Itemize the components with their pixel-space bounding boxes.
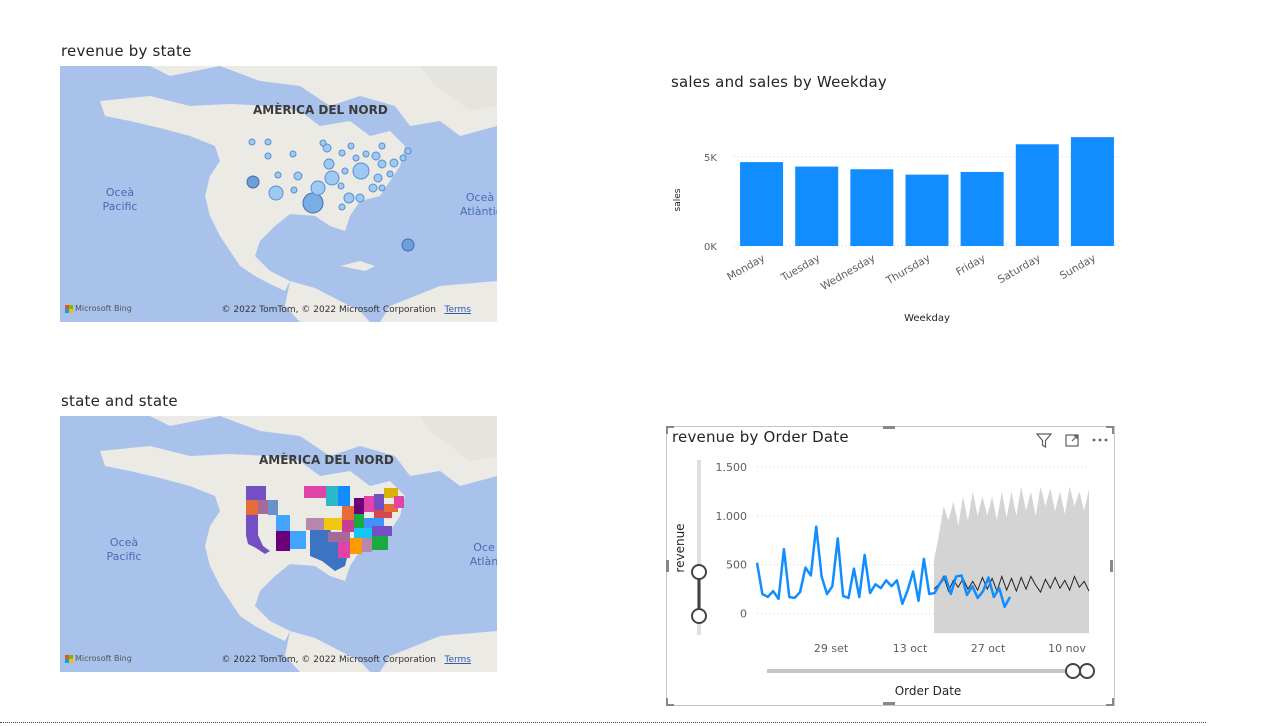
- bar: [905, 174, 949, 246]
- bar: [795, 166, 839, 246]
- x-zoom-handle-left: [1065, 663, 1081, 679]
- map2-copyright: © 2022 TomTom, © 2022 Microsoft Corporat…: [221, 655, 436, 665]
- map1-ocean-pacific: Oceà Pacific: [102, 186, 138, 213]
- x-tick-label: 13 oct: [893, 642, 928, 655]
- y-tick-label: 1.500: [716, 461, 748, 474]
- bar-chart-title: sales and sales by Weekday: [671, 73, 888, 91]
- filter-icon[interactable]: [1036, 433, 1052, 448]
- bar: [850, 169, 894, 246]
- more-options-icon[interactable]: [1092, 437, 1108, 443]
- y-tick-label: 1.000: [716, 510, 748, 523]
- resize-corner-top-right[interactable]: [1106, 426, 1114, 434]
- x-tick-label: Tuesday: [778, 252, 822, 284]
- map2-region-label: AMÈRICA DEL NORD: [259, 453, 394, 467]
- bing-text: Microsoft Bing: [75, 654, 132, 663]
- x-tick-label: Saturday: [996, 252, 1043, 286]
- central-america-land: [285, 281, 370, 322]
- microsoft-logo-icon: [65, 654, 73, 663]
- x-tick-label: Sunday: [1058, 252, 1098, 282]
- focus-mode-icon[interactable]: [1065, 433, 1080, 448]
- y-tick-label: 500: [726, 559, 747, 572]
- x-tick-label: Wednesday: [819, 252, 878, 293]
- map2-title: state and state: [61, 392, 178, 410]
- page-boundary: [0, 722, 1206, 723]
- y-axis-label: sales: [673, 188, 683, 211]
- x-tick-label: 29 set: [814, 642, 849, 655]
- y-axis-label: revenue: [673, 523, 687, 572]
- south-america-land: [380, 281, 497, 322]
- map2-ocean-atlantic: Oce Atlàn: [469, 541, 497, 568]
- bar: [960, 171, 1004, 246]
- y-zoom-handle-bottom: [691, 608, 707, 624]
- map2-ocean-pacific: Oceà Pacific: [106, 536, 142, 563]
- revenue-bubble-map[interactable]: AMÈRICA DEL NORD Oceà Pacific Oceà Atlàn…: [60, 66, 497, 322]
- line-chart-title: revenue by Order Date: [672, 428, 849, 446]
- cuba-land: [340, 261, 375, 271]
- x-tick-label: 27 oct: [971, 642, 1006, 655]
- x-axis-label: Weekday: [904, 313, 950, 324]
- map1-copyright: © 2022 TomTom, © 2022 Microsoft Corporat…: [221, 305, 436, 315]
- x-tick-label: 10 nov: [1048, 642, 1086, 655]
- resize-handle-top[interactable]: [883, 426, 895, 429]
- x-zoom-handle-right: [1079, 663, 1095, 679]
- south-america-land: [380, 631, 497, 672]
- forecast-confidence-band: [934, 486, 1089, 634]
- y-tick-label: 0K: [704, 242, 717, 253]
- map1-terms-link[interactable]: Terms: [444, 305, 471, 315]
- x-tick-label: Friday: [954, 252, 988, 278]
- x-tick-label: Thursday: [883, 252, 932, 287]
- y-zoom-handle-top: [691, 564, 707, 580]
- microsoft-logo-icon: [65, 304, 73, 313]
- bar: [740, 162, 784, 246]
- bing-text: Microsoft Bing: [75, 304, 132, 313]
- map1-ocean-atlantic: Oceà Atlàntic: [460, 191, 497, 218]
- bing-logo: Microsoft Bing: [65, 654, 132, 663]
- y-tick-label: 0: [740, 608, 747, 621]
- state-filled-map[interactable]: AMÈRICA DEL NORD Oceà Pacific Oce Atlàn …: [60, 416, 497, 672]
- x-axis-label: Order Date: [895, 684, 962, 698]
- bar: [1070, 137, 1114, 246]
- sales-by-weekday-chart[interactable]: 0K 5K sales Monday TuesdayWednesday Thursday F…: [666, 120, 1136, 335]
- map2-terms-link[interactable]: Terms: [444, 655, 471, 665]
- bar: [1015, 144, 1059, 246]
- bing-logo: Microsoft Bing: [65, 304, 132, 313]
- map1-region-label: AMÈRICA DEL NORD: [253, 103, 388, 117]
- resize-handle-bottom[interactable]: [883, 702, 895, 705]
- central-america-land: [285, 631, 370, 672]
- y-tick-label: 5K: [704, 153, 717, 164]
- x-tick-label: Monday: [725, 252, 767, 283]
- map1-title: revenue by state: [61, 42, 192, 60]
- revenue-by-order-date-chart[interactable]: 1.500 1.000 500 0 revenue 29 set 13 oct 27 oct 1…: [667, 450, 1112, 702]
